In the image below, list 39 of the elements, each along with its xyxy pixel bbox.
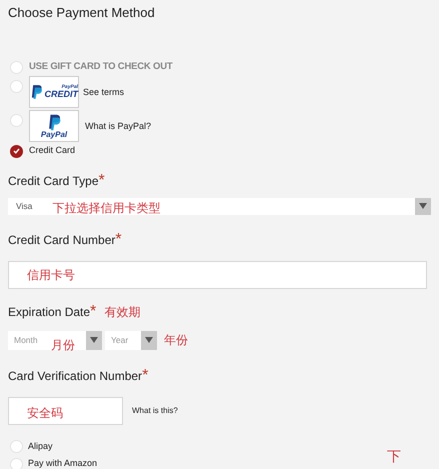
logo-text: CREDIT [44,90,78,100]
logo-text: PayPal [40,130,68,139]
option-label: Alipay [28,440,53,453]
option-label: USE GIFT CARD TO CHECK OUT [29,60,172,74]
required-asterisk: * [142,366,148,386]
field-label: Credit Card Type [8,172,98,189]
field-label: Credit Card Number [8,232,116,248]
annotation: 月份 [51,338,75,351]
help-link[interactable]: What is this? [132,404,178,417]
required-asterisk: * [98,170,105,191]
checked-radio[interactable] [10,144,23,158]
option-label: Credit Card [29,144,76,158]
required-asterisk: * [115,230,122,250]
field-label: Expiration Date [8,304,90,320]
radio-button[interactable] [10,60,23,74]
annotation: 安全码 [27,406,63,419]
annotation: 信用卡号 [27,268,75,281]
annotation: 下 [387,449,401,463]
radio-button[interactable] [10,114,23,128]
card-number-field[interactable]: 信用卡号 [8,260,427,289]
page-title: Choose Payment Method [8,4,156,22]
annotation: 有效期 [104,306,140,318]
month-select[interactable]: Month 月份 [8,330,102,350]
annotation: 下拉选择信用卡类型 [52,202,160,214]
radio-button[interactable] [10,80,23,94]
radio-button[interactable] [10,440,23,453]
annotation: 年份 [164,334,188,346]
option-label: See terms [83,86,124,98]
option-label: What is PayPal? [85,120,152,133]
required-asterisk: * [90,302,96,322]
security-code-field[interactable]: 安全码 [8,396,123,425]
check-icon [13,148,20,154]
field-label: Card Verification Number [8,368,142,384]
p-icon [30,83,42,102]
option-label: Pay with Amazon [28,457,98,469]
year-select[interactable]: Year [105,330,157,350]
card-type-select[interactable]: Visa 下拉选择信用卡类型 [8,198,431,215]
radio-button[interactable] [10,458,23,469]
p-icon [47,114,61,131]
